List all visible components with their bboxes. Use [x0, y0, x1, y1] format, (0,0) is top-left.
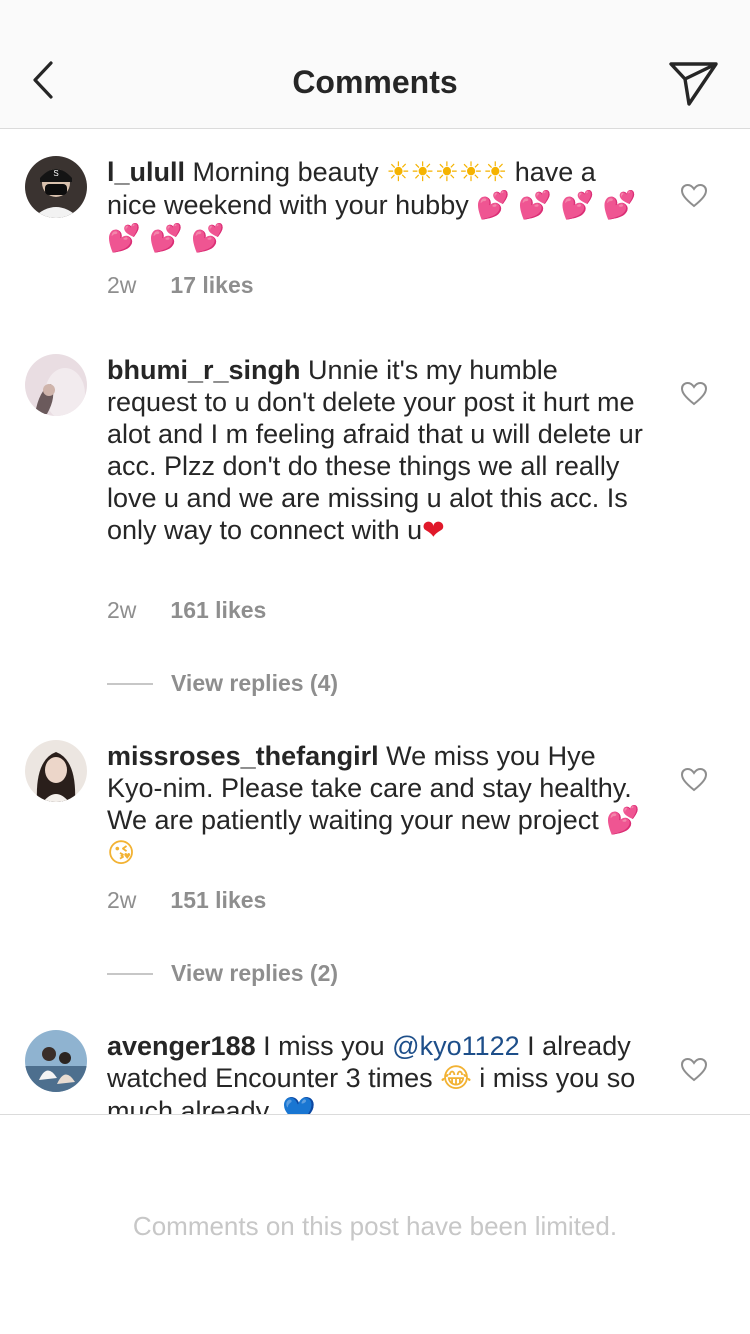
- view-replies-label: View replies (4): [171, 670, 339, 696]
- two-hearts-emoji: 💕: [606, 805, 640, 836]
- comment-age: 2w: [107, 272, 137, 298]
- comment-text: missroses_thefangirl We miss you Hye Kyo…: [107, 740, 647, 870]
- comment-text: avenger188 I miss you @kyo1122 I already…: [107, 1030, 647, 1114]
- laughing-emoji: 😂: [440, 1063, 472, 1094]
- comment-age: 2w: [107, 597, 137, 623]
- view-replies-button[interactable]: View replies (4): [107, 670, 338, 697]
- avatar[interactable]: [25, 740, 87, 802]
- username[interactable]: l_ulull: [107, 157, 185, 187]
- red-heart-emoji: ❤: [422, 515, 445, 546]
- username[interactable]: missroses_thefangirl: [107, 741, 379, 771]
- comment-body: Morning beauty: [192, 157, 387, 187]
- replies-divider: [107, 972, 153, 975]
- blue-heart-emoji: 💙: [282, 1096, 316, 1114]
- comment-meta: 2w 161 likes: [107, 597, 266, 624]
- replies-divider: [107, 682, 153, 685]
- username[interactable]: avenger188: [107, 1031, 256, 1061]
- like-heart-icon[interactable]: [680, 380, 708, 408]
- view-replies-button[interactable]: View replies (2): [107, 960, 338, 987]
- comment-composer-area: Comments on this post have been limited.: [0, 1114, 750, 1334]
- likes-count[interactable]: 17 likes: [170, 272, 253, 299]
- comment-text: l_ulull Morning beauty ☀☀☀☀☀ have a nice…: [107, 156, 647, 255]
- comments-limited-notice: Comments on this post have been limited.: [132, 1211, 618, 1241]
- comments-list[interactable]: S l_ulull Morning beauty ☀☀☀☀☀ have a ni…: [0, 130, 750, 1114]
- comment-age: 2w: [107, 887, 137, 913]
- likes-count[interactable]: 161 likes: [170, 597, 266, 624]
- comment-meta: 2w 17 likes: [107, 272, 254, 299]
- avatar[interactable]: [25, 354, 87, 416]
- kiss-emoji: 😘: [107, 838, 136, 869]
- username[interactable]: bhumi_r_singh: [107, 355, 301, 385]
- avatar[interactable]: S: [25, 156, 87, 218]
- page-title: Comments: [292, 64, 458, 100]
- sun-emoji: ☀☀☀☀☀: [386, 157, 508, 188]
- likes-count[interactable]: 151 likes: [170, 887, 266, 914]
- comments-header: Comments: [0, 0, 750, 129]
- view-replies-label: View replies (2): [171, 960, 339, 986]
- comment-text: bhumi_r_singh Unnie it's my humble reque…: [107, 354, 647, 547]
- paper-plane-icon[interactable]: [668, 58, 720, 110]
- comment-meta: 2w 151 likes: [107, 887, 266, 914]
- avatar[interactable]: [25, 1030, 87, 1092]
- mention-link[interactable]: @kyo1122: [392, 1031, 520, 1061]
- comment-body: I miss you: [263, 1031, 393, 1061]
- like-heart-icon[interactable]: [680, 182, 708, 210]
- svg-text:S: S: [53, 169, 58, 178]
- like-heart-icon[interactable]: [680, 1056, 708, 1084]
- like-heart-icon[interactable]: [680, 766, 708, 794]
